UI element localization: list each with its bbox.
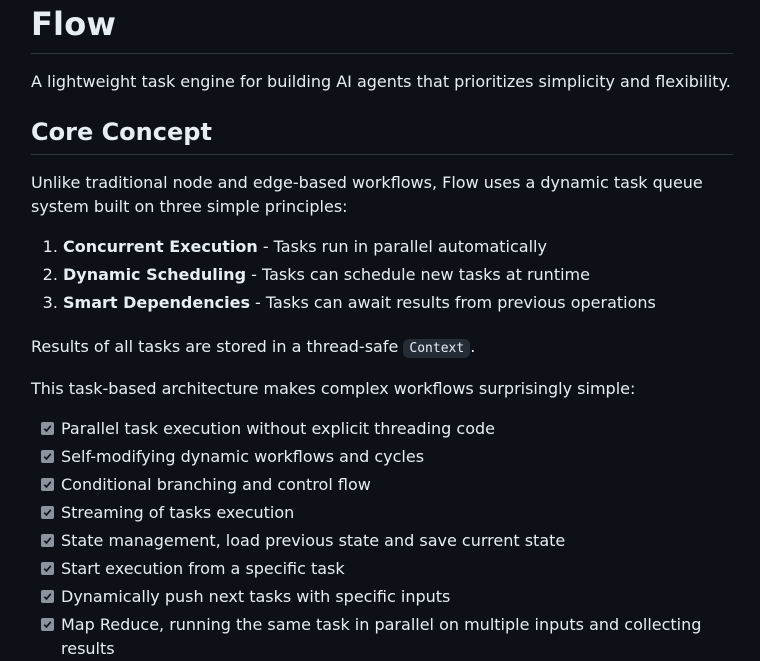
checkbox-checked-icon[interactable]: [41, 590, 54, 603]
principle-desc: - Tasks can schedule new tasks at runtim…: [246, 265, 590, 284]
core-concept-paragraph: Unlike traditional node and edge-based w…: [31, 173, 703, 216]
checkbox-checked-icon[interactable]: [41, 562, 54, 575]
checklist-item: Streaming of tasks execution: [41, 501, 733, 529]
checkbox-checked-icon[interactable]: [41, 534, 54, 547]
checkbox-checked-icon[interactable]: [41, 450, 54, 463]
principle-term: Concurrent Execution: [63, 237, 258, 256]
checklist-item-label: Self-modifying dynamic workflows and cyc…: [61, 447, 425, 466]
principle-desc: - Tasks run in parallel automatically: [257, 237, 547, 256]
checklist-item-label: Streaming of tasks execution: [61, 503, 295, 522]
context-inline-code: Context: [403, 339, 471, 358]
checkbox-checked-icon[interactable]: [41, 618, 54, 631]
checklist-item: Start execution from a specific task: [41, 557, 733, 585]
principles-list: Concurrent Execution - Tasks run in para…: [31, 235, 733, 319]
checklist-item: Map Reduce, running the same task in par…: [41, 613, 733, 658]
checklist-item: Parallel task execution without explicit…: [41, 417, 733, 445]
checklist-item-label: Start execution from a specific task: [61, 559, 345, 578]
checklist-item-label: Conditional branching and control flow: [61, 475, 371, 494]
results-period: .: [470, 337, 476, 356]
checklist-item-label: Dynamically push next tasks with specifi…: [61, 587, 451, 606]
checklist-item-label: Map Reduce, running the same task in par…: [61, 615, 702, 658]
checklist-item-label: State management, load previous state an…: [61, 531, 566, 550]
checkbox-checked-icon[interactable]: [41, 422, 54, 435]
section-heading-core-concept: Core Concept: [31, 114, 733, 155]
principle-item: Concurrent Execution - Tasks run in para…: [63, 235, 733, 263]
checklist-item-label: Parallel task execution without explicit…: [61, 419, 495, 438]
principle-item: Smart Dependencies - Tasks can await res…: [63, 291, 733, 319]
checkbox-checked-icon[interactable]: [41, 478, 54, 491]
checklist-item: State management, load previous state an…: [41, 529, 733, 557]
markdown-document: Flow A lightweight task engine for build…: [31, 0, 733, 658]
checkbox-checked-icon[interactable]: [41, 506, 54, 519]
page-title: Flow: [31, 0, 733, 54]
checklist-item: Conditional branching and control flow: [41, 473, 733, 501]
principle-item: Dynamic Scheduling - Tasks can schedule …: [63, 263, 733, 291]
feature-checklist: Parallel task execution without explicit…: [31, 417, 733, 658]
principle-term: Dynamic Scheduling: [63, 265, 247, 284]
checklist-item: Self-modifying dynamic workflows and cyc…: [41, 445, 733, 473]
results-paragraph: Results of all tasks are stored in a thr…: [31, 335, 733, 361]
results-text: Results of all tasks are stored in a thr…: [31, 337, 404, 356]
principle-desc: - Tasks can await results from previous …: [249, 293, 656, 312]
checklist-item: Dynamically push next tasks with specifi…: [41, 585, 733, 613]
architecture-paragraph: This task-based architecture makes compl…: [31, 379, 636, 398]
principle-term: Smart Dependencies: [63, 293, 250, 312]
intro-paragraph: A lightweight task engine for building A…: [31, 72, 731, 91]
